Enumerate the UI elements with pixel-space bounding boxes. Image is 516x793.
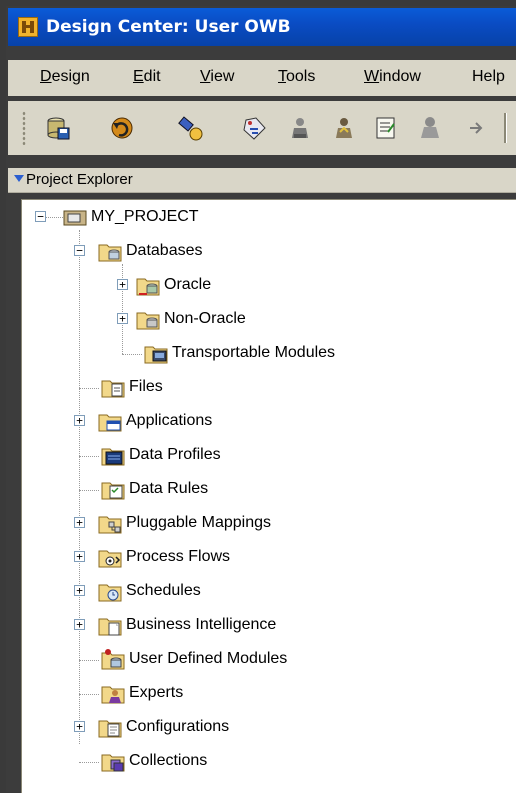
project-tree: − MY_PROJECT − Databases + Oracle + Non-…	[21, 199, 516, 793]
properties-icon[interactable]	[372, 114, 400, 142]
menu-tools[interactable]: Tools	[278, 68, 315, 86]
tree-line	[79, 694, 99, 695]
tree-label: Non-Oracle	[164, 310, 246, 327]
schedules-folder-icon	[97, 579, 123, 603]
app-icon	[18, 17, 38, 37]
tree-expander-business-intelligence[interactable]: +	[74, 619, 85, 630]
applications-folder-icon	[97, 409, 123, 433]
tree-node-data-rules[interactable]: Data Rules	[100, 476, 208, 502]
tree-expander-root[interactable]: −	[35, 211, 46, 222]
tree-node-user-defined-modules[interactable]: User Defined Modules	[100, 646, 287, 672]
tree-line	[122, 354, 142, 355]
tree-node-data-profiles[interactable]: Data Profiles	[100, 442, 221, 468]
tree-expander-applications[interactable]: +	[74, 415, 85, 426]
tree-label: Databases	[126, 242, 203, 259]
upload-person-icon[interactable]	[330, 114, 358, 142]
data-rules-folder-icon	[100, 477, 126, 501]
collections-folder-icon	[100, 749, 126, 773]
menu-edit[interactable]: Edit	[133, 68, 161, 86]
tree-line	[79, 660, 99, 661]
title-bar[interactable]: Design Center: User OWB	[8, 8, 516, 46]
tag-icon[interactable]	[240, 114, 268, 142]
tree-node-databases[interactable]: Databases	[97, 238, 203, 264]
tree-node-business-intelligence[interactable]: Business Intelligence	[97, 612, 276, 638]
user-defined-modules-folder-icon	[100, 647, 126, 671]
flashlight-icon[interactable]	[176, 114, 204, 142]
tree-node-oracle[interactable]: Oracle	[135, 272, 211, 298]
toolbar-separator	[504, 113, 507, 143]
window-title: Design Center: User OWB	[46, 17, 291, 37]
tree-line	[79, 456, 99, 457]
tree-node-configurations[interactable]: Configurations	[97, 714, 229, 740]
toolbar-grip[interactable]	[22, 111, 26, 145]
tree-label: Data Rules	[129, 480, 209, 497]
tree-label: User Defined Modules	[129, 650, 288, 667]
deploy-person-icon[interactable]	[286, 114, 314, 142]
tree-node-experts[interactable]: Experts	[100, 680, 183, 706]
menu-design[interactable]: Design	[40, 68, 90, 86]
tree-expander-process-flows[interactable]: +	[74, 551, 85, 562]
pluggable-mappings-folder-icon	[97, 511, 123, 535]
files-folder-icon	[100, 375, 126, 399]
tree-line	[79, 230, 80, 744]
tree-node-files[interactable]: Files	[100, 374, 163, 400]
non-oracle-folder-icon	[135, 307, 161, 331]
tree-expander-pluggable-mappings[interactable]: +	[74, 517, 85, 528]
undo-icon[interactable]	[108, 114, 136, 142]
tree-node-applications[interactable]: Applications	[97, 408, 212, 434]
tree-label: MY_PROJECT	[91, 208, 199, 225]
menu-view[interactable]: View	[200, 68, 234, 86]
menu-bar: Design Edit View Tools Window Help	[8, 60, 516, 96]
tree-label: Business Intelligence	[126, 616, 277, 633]
tree-label: Experts	[129, 684, 184, 701]
tree-expander-schedules[interactable]: +	[74, 585, 85, 596]
tree-label: Pluggable Mappings	[126, 514, 271, 531]
tree-node-transportable-modules[interactable]: Transportable Modules	[143, 340, 335, 366]
arrow-right-icon[interactable]	[462, 114, 490, 142]
menu-window[interactable]: Window	[364, 68, 421, 86]
toolbar	[8, 101, 516, 155]
tree-label: Process Flows	[126, 548, 231, 565]
data-profiles-folder-icon	[100, 443, 126, 467]
tree-label: Configurations	[126, 718, 230, 735]
experts-folder-icon	[100, 681, 126, 705]
tree-label: Files	[129, 378, 163, 395]
tree-node-my-project[interactable]: MY_PROJECT	[62, 204, 199, 230]
tree-expander-databases[interactable]: −	[74, 245, 85, 256]
menu-help[interactable]: Help	[472, 68, 505, 86]
project-explorer-header[interactable]: Project Explorer	[8, 168, 516, 193]
business-intelligence-folder-icon	[97, 613, 123, 637]
tree-line	[79, 762, 99, 763]
tree-label: Collections	[129, 752, 208, 769]
tree-expander-configurations[interactable]: +	[74, 721, 85, 732]
tree-node-non-oracle[interactable]: Non-Oracle	[135, 306, 246, 332]
tree-node-collections[interactable]: Collections	[100, 748, 207, 774]
tree-line	[79, 490, 99, 491]
transportable-folder-icon	[143, 341, 169, 365]
tree-node-process-flows[interactable]: Process Flows	[97, 544, 230, 570]
collapse-triangle-icon[interactable]	[14, 175, 24, 182]
oracle-folder-icon	[135, 273, 161, 297]
tree-node-schedules[interactable]: Schedules	[97, 578, 201, 604]
project-folder-icon	[62, 205, 88, 229]
tree-node-pluggable-mappings[interactable]: Pluggable Mappings	[97, 510, 271, 536]
process-flows-folder-icon	[97, 545, 123, 569]
tree-label: Transportable Modules	[172, 344, 336, 361]
tree-label: Data Profiles	[129, 446, 221, 463]
tree-label: Applications	[126, 412, 213, 429]
project-explorer-title: Project Explorer	[26, 171, 133, 188]
tree-label: Oracle	[164, 276, 212, 293]
tree-expander-non-oracle[interactable]: +	[117, 313, 128, 324]
gray-person-icon[interactable]	[416, 114, 444, 142]
configurations-folder-icon	[97, 715, 123, 739]
tree-label: Schedules	[126, 582, 201, 599]
tree-line	[79, 388, 99, 389]
database-folder-icon	[97, 239, 123, 263]
tree-expander-oracle[interactable]: +	[117, 279, 128, 290]
database-save-icon[interactable]	[44, 114, 72, 142]
